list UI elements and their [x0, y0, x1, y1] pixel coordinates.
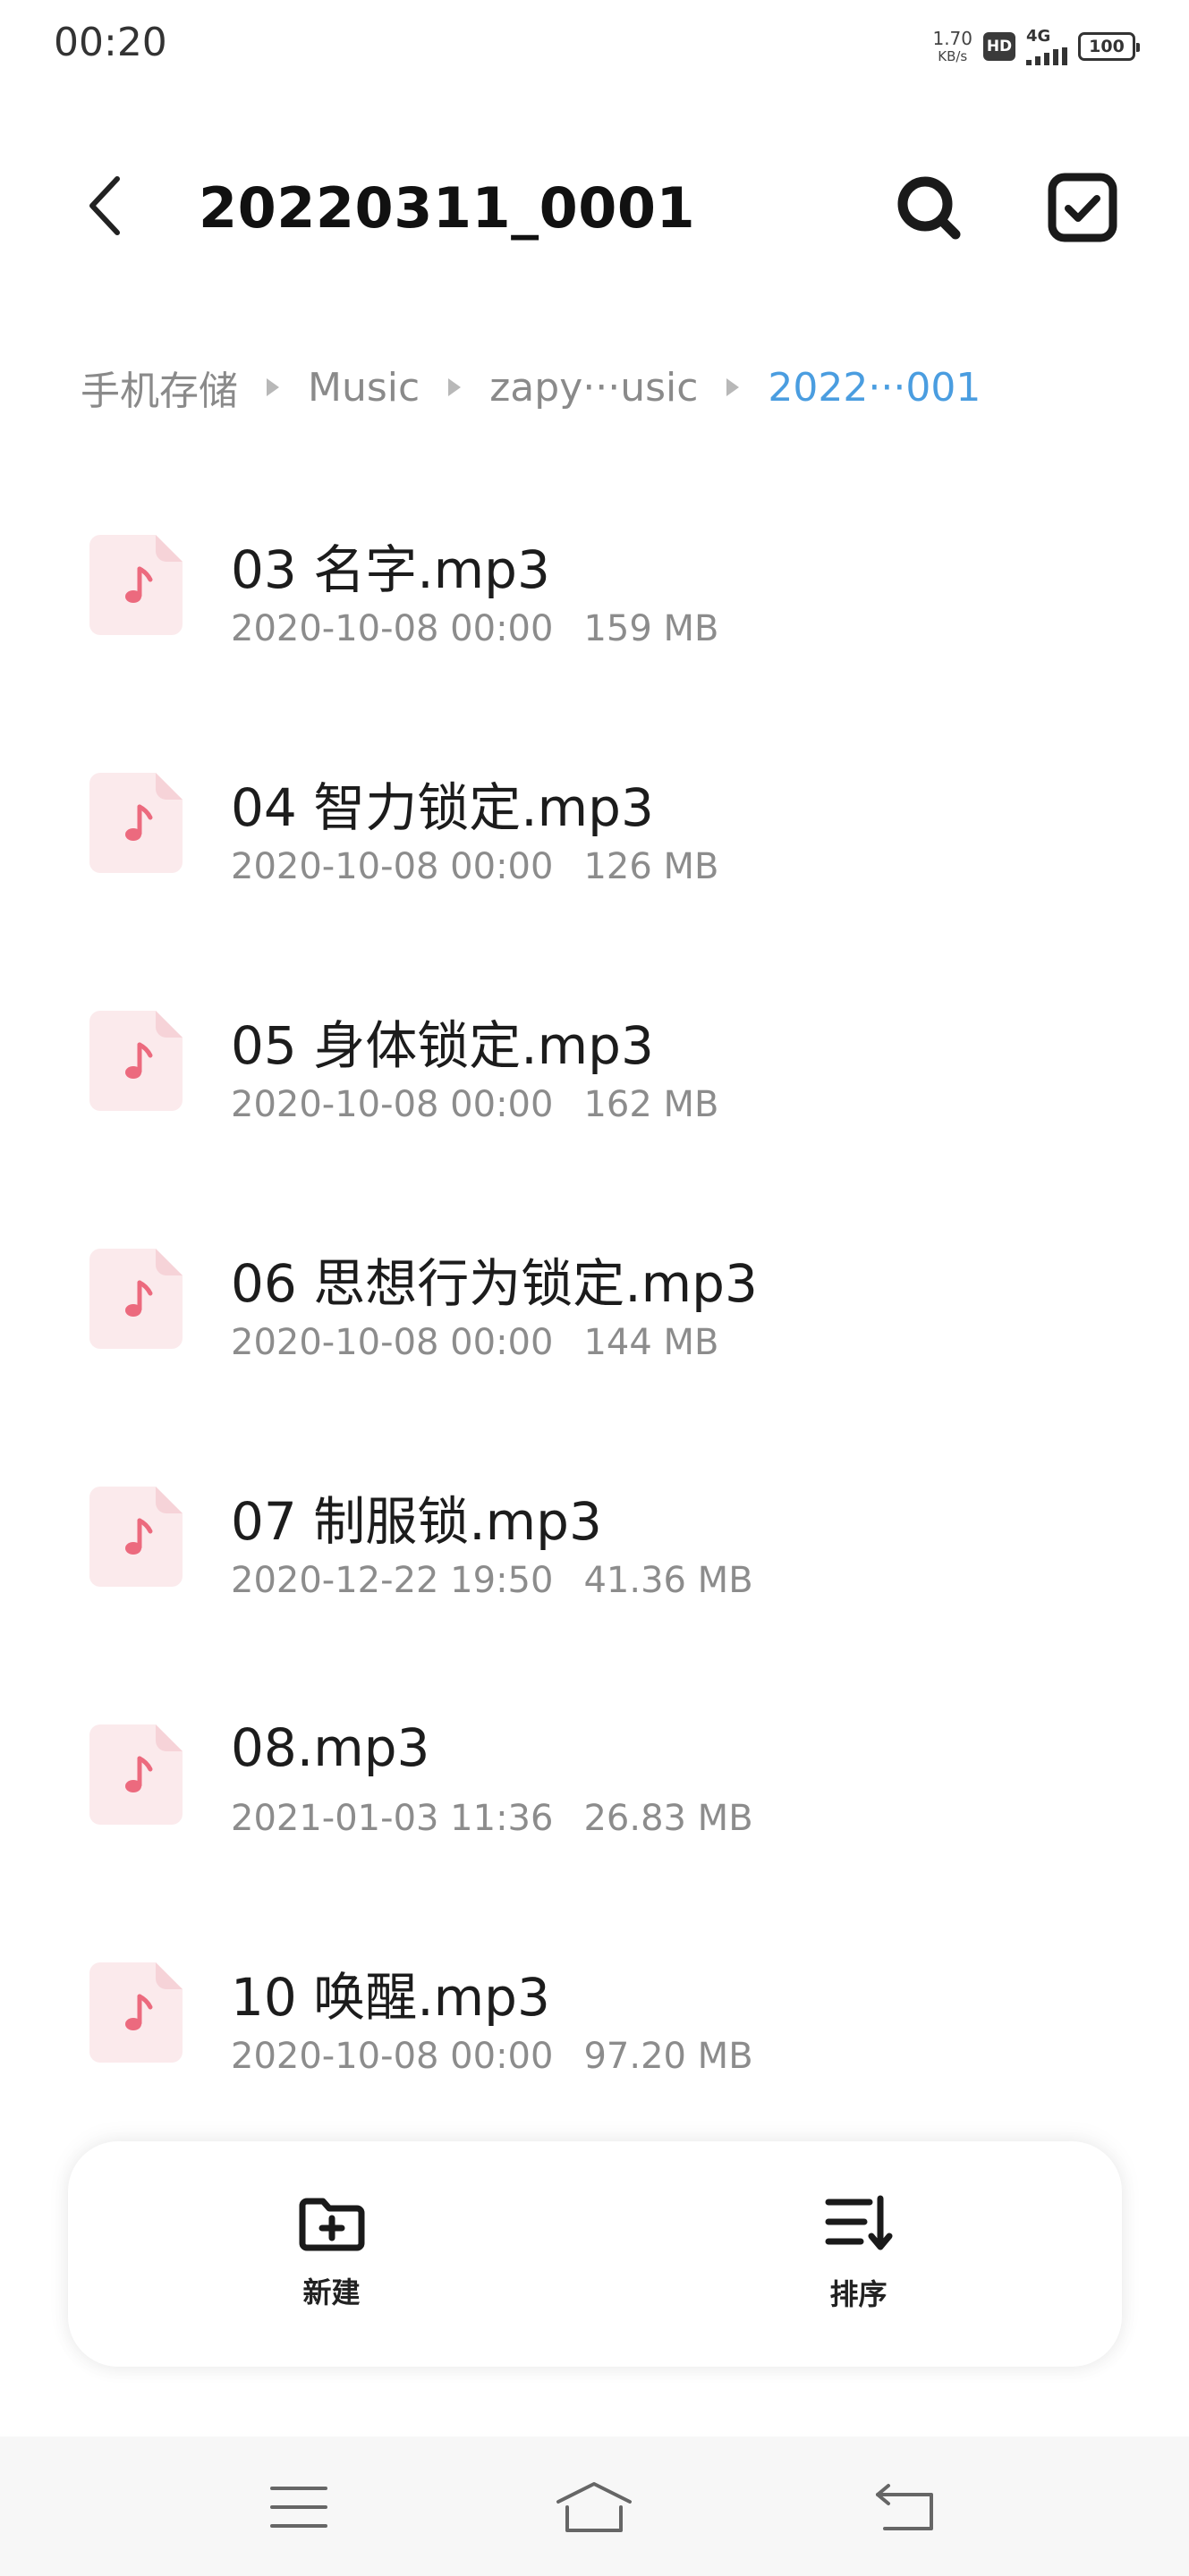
list-item[interactable]: 04 智力锁定.mp3 2020-10-08 00:00 126 MB [0, 716, 1189, 953]
file-name: 10 唤醒.mp3 [231, 1967, 550, 2028]
list-item[interactable]: 08.mp3 2021-01-03 11:36 26.83 MB [0, 1667, 1189, 1905]
status-time: 00:20 [54, 20, 167, 65]
back-button[interactable] [70, 170, 141, 242]
file-meta: 2020-10-08 00:00 126 MB [231, 846, 718, 887]
file-name: 07 制服锁.mp3 [231, 1491, 602, 1552]
chevron-right-icon [267, 378, 279, 396]
new-folder-label: 新建 [302, 2275, 361, 2309]
network-type-label: 4G [1026, 26, 1051, 46]
status-indicators: 1.70 KB/s HD 4G 100 [932, 25, 1140, 68]
bottom-action-bar: 新建 排序 [68, 2141, 1122, 2367]
list-item[interactable]: 06 思想行为锁定.mp3 2020-10-08 00:00 144 MB [0, 1191, 1189, 1429]
battery-level: 100 [1089, 37, 1125, 56]
file-date: 2020-10-08 00:00 [231, 608, 554, 649]
battery-icon: 100 [1078, 32, 1140, 61]
audio-file-icon [89, 535, 183, 635]
network-speed: 1.70 KB/s [932, 30, 972, 64]
audio-file-icon [89, 1011, 183, 1111]
chevron-left-icon [89, 176, 120, 235]
network-speed-unit: KB/s [938, 48, 968, 64]
file-date: 2020-10-08 00:00 [231, 1084, 554, 1125]
network-speed-value: 1.70 [932, 28, 972, 49]
file-date: 2020-10-08 00:00 [231, 846, 554, 887]
new-folder-icon [299, 2198, 364, 2251]
search-icon [897, 176, 961, 240]
back-icon [876, 2484, 933, 2530]
audio-file-icon [89, 1962, 183, 2063]
page-title: 20220311_0001 [199, 175, 696, 241]
file-name: 03 名字.mp3 [231, 539, 550, 600]
status-bar: 00:20 1.70 KB/s HD 4G 100 [0, 0, 1189, 93]
breadcrumb-item-music[interactable]: Music [308, 365, 420, 411]
audio-file-icon [89, 773, 183, 873]
select-mode-button[interactable] [1040, 165, 1125, 250]
file-size: 144 MB [583, 1322, 719, 1363]
sort-label: 排序 [829, 2277, 888, 2311]
file-name: 04 智力锁定.mp3 [231, 777, 654, 838]
home-icon [556, 2482, 632, 2532]
recent-apps-button[interactable] [254, 2467, 344, 2547]
file-size: 41.36 MB [583, 1560, 753, 1601]
list-item[interactable]: 10 唤醒.mp3 2020-10-08 00:00 97.20 MB [0, 1905, 1189, 2143]
list-item[interactable]: 07 制服锁.mp3 2020-12-22 19:50 41.36 MB [0, 1429, 1189, 1667]
menu-icon [270, 2487, 327, 2528]
file-date: 2020-10-08 00:00 [231, 2036, 554, 2077]
breadcrumb-item-current[interactable]: 2022···001 [768, 365, 981, 411]
audio-file-icon [89, 1487, 183, 1587]
file-manager-screen: 00:20 1.70 KB/s HD 4G 100 20220311_0001 … [0, 0, 1189, 2576]
file-meta: 2020-10-08 00:00 162 MB [231, 1084, 718, 1125]
back-nav-button[interactable] [861, 2467, 950, 2547]
file-size: 162 MB [583, 1084, 719, 1125]
file-size: 97.20 MB [583, 2036, 753, 2077]
breadcrumb: 手机存储 Music zapy···usic 2022···001 [81, 356, 981, 419]
checkbox-icon [1048, 173, 1117, 242]
search-button[interactable] [886, 165, 972, 250]
file-name: 06 思想行为锁定.mp3 [231, 1253, 758, 1314]
file-date: 2020-12-22 19:50 [231, 1560, 554, 1601]
file-size: 126 MB [583, 846, 719, 887]
sort-button[interactable]: 排序 [595, 2141, 1122, 2367]
breadcrumb-item-zapy-music[interactable]: zapy···usic [489, 365, 698, 411]
new-folder-button[interactable]: 新建 [68, 2141, 595, 2367]
file-date: 2021-01-03 11:36 [231, 1798, 554, 1839]
chevron-right-icon [448, 378, 462, 396]
sort-icon [825, 2195, 892, 2250]
title-bar: 20220311_0001 [0, 143, 1189, 268]
file-meta: 2021-01-03 11:36 26.83 MB [231, 1798, 753, 1839]
list-item[interactable]: 03 名字.mp3 2020-10-08 00:00 159 MB [0, 478, 1189, 716]
file-meta: 2020-10-08 00:00 144 MB [231, 1322, 718, 1363]
file-size: 26.83 MB [583, 1798, 753, 1839]
home-button[interactable] [549, 2467, 639, 2547]
file-meta: 2020-12-22 19:50 41.36 MB [231, 1560, 753, 1601]
audio-file-icon [89, 1724, 183, 1825]
list-item[interactable]: 05 身体锁定.mp3 2020-10-08 00:00 162 MB [0, 953, 1189, 1191]
file-name: 08.mp3 [231, 1717, 430, 1778]
audio-file-icon [89, 1249, 183, 1349]
file-size: 159 MB [583, 608, 719, 649]
signal-bars [1026, 47, 1067, 65]
hd-voice-icon: HD [983, 32, 1015, 61]
chevron-right-icon [726, 378, 740, 396]
file-meta: 2020-10-08 00:00 159 MB [231, 608, 718, 649]
file-meta: 2020-10-08 00:00 97.20 MB [231, 2036, 753, 2077]
cellular-signal-icon: 4G [1026, 26, 1067, 65]
file-date: 2020-10-08 00:00 [231, 1322, 554, 1363]
system-navigation-bar [0, 2436, 1189, 2576]
breadcrumb-item-phone-storage[interactable]: 手机存储 [81, 359, 238, 416]
file-name: 05 身体锁定.mp3 [231, 1015, 654, 1076]
